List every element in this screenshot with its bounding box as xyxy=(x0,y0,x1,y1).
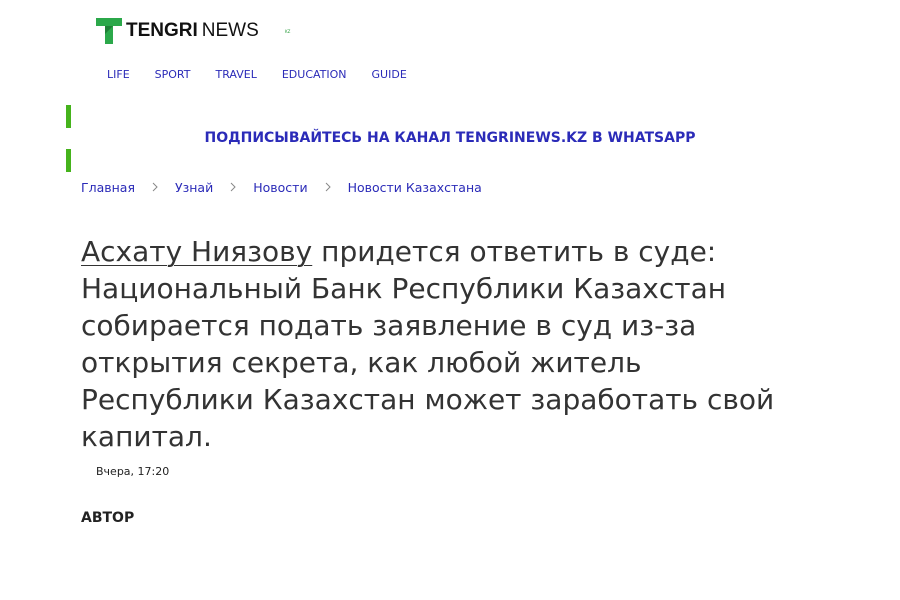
nav-item-education[interactable]: EDUCATION xyxy=(282,68,347,82)
promo-accent-bar-bottom xyxy=(66,149,71,172)
whatsapp-subscribe-link[interactable]: ПОДПИСЫВАЙТЕСЬ НА КАНАЛ TENGRINEWS.KZ В … xyxy=(0,129,900,147)
logo-text-news: NEWS xyxy=(201,20,259,41)
logo-text-kz: KZ xyxy=(285,29,291,34)
breadcrumb-kazakhstan-news[interactable]: Новости Казахстана xyxy=(348,180,482,195)
tengri-t-icon xyxy=(96,18,122,44)
breadcrumb-uznai[interactable]: Узнай xyxy=(175,180,213,195)
nav-item-sport[interactable]: SPORT xyxy=(155,68,191,82)
nav-item-travel[interactable]: TRAVEL xyxy=(216,68,257,82)
nav-item-guide[interactable]: GUIDE xyxy=(372,68,407,82)
promo-accent-bar-top xyxy=(66,105,71,128)
breadcrumb-news[interactable]: Новости xyxy=(253,180,307,195)
article-title: Асхату Ниязову придется ответить в суде:… xyxy=(81,233,801,455)
main-nav: LIFE SPORT TRAVEL EDUCATION GUIDE xyxy=(107,68,432,82)
logo-text-tengri: TENGRI xyxy=(126,20,198,41)
article-title-link[interactable]: Асхату Ниязову xyxy=(81,235,312,268)
chevron-right-icon xyxy=(230,178,237,196)
nav-item-life[interactable]: LIFE xyxy=(107,68,130,82)
chevron-right-icon xyxy=(325,178,332,196)
chevron-right-icon xyxy=(152,178,159,196)
author-label: АВТОР xyxy=(81,510,135,526)
article-date: Вчера, 17:20 xyxy=(96,465,170,478)
breadcrumb-home[interactable]: Главная xyxy=(81,180,135,195)
breadcrumb: Главная Узнай Новости Новости Казахстана xyxy=(81,178,482,196)
site-logo[interactable]: TENGRI NEWS KZ xyxy=(96,18,290,44)
